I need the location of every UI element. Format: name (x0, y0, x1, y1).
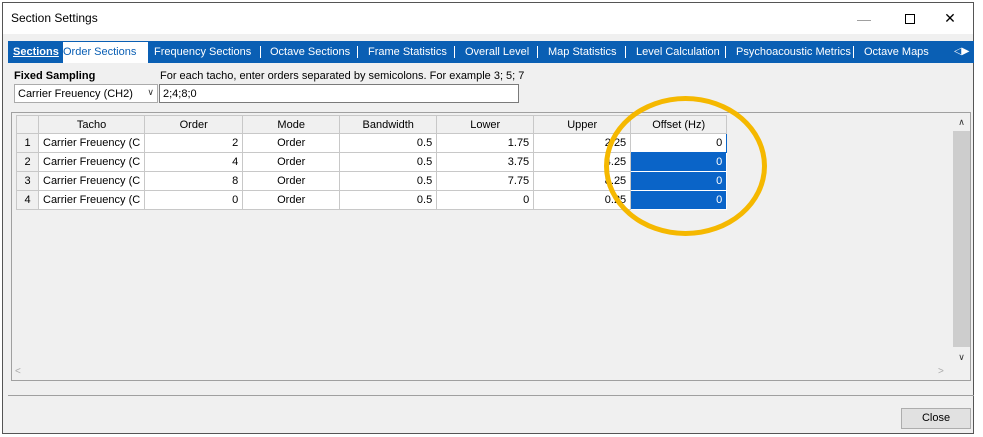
minimize-icon: — (857, 10, 871, 27)
lower-cell[interactable]: 1.75 (436, 133, 535, 153)
tab-separator (853, 46, 854, 58)
mode-cell[interactable]: Order (242, 190, 341, 210)
offset-cell[interactable]: 0 (630, 171, 728, 191)
order-cell[interactable]: 8 (144, 171, 244, 191)
upper-cell[interactable]: 2.25 (533, 133, 632, 153)
offset-cell[interactable]: 0 (630, 152, 728, 172)
upper-cell[interactable]: 4.25 (533, 152, 632, 172)
mode-cell[interactable]: Order (242, 133, 341, 153)
tacho-cell[interactable]: Carrier Freuency (C (37, 171, 146, 191)
section-settings-window: Section Settings — ✕ Sections Order Sect… (2, 2, 974, 434)
lower-cell[interactable]: 7.75 (436, 171, 535, 191)
column-header-mode[interactable]: Mode (242, 115, 341, 134)
column-header-bandwidth[interactable]: Bandwidth (339, 115, 438, 134)
table-row: 2 Carrier Freuency (C 4 Order 0.5 3.75 4… (16, 152, 728, 172)
tab-octave-sections[interactable]: Octave Sections (270, 41, 350, 63)
orders-input[interactable]: 2;4;8;0 (159, 84, 519, 103)
table-row: 1 Carrier Freuency (C 2 Order 0.5 1.75 2… (16, 133, 728, 153)
bandwidth-cell[interactable]: 0.5 (339, 152, 438, 172)
vertical-scroll-thumb[interactable] (953, 131, 970, 347)
tab-separator (625, 46, 626, 58)
scroll-left-icon[interactable]: < (15, 366, 21, 377)
tab-separator (454, 46, 455, 58)
column-header-order[interactable]: Order (144, 115, 244, 134)
table-header-row: Tacho Order Mode Bandwidth Lower Upper O… (16, 115, 728, 134)
order-cell[interactable]: 0 (144, 190, 244, 210)
fixed-sampling-value: Carrier Freuency (CH2) (18, 88, 133, 100)
scroll-right-icon[interactable]: > (938, 366, 944, 377)
tacho-cell[interactable]: Carrier Freuency (C (37, 152, 146, 172)
window-title: Section Settings (11, 11, 98, 25)
close-icon: ✕ (944, 10, 956, 26)
tab-separator (357, 46, 358, 58)
chevron-down-icon: ∨ (147, 87, 154, 97)
column-header-lower[interactable]: Lower (436, 115, 535, 134)
upper-cell[interactable]: 8.25 (533, 171, 632, 191)
horizontal-scrollbar[interactable]: < > (13, 365, 953, 380)
maximize-icon (905, 13, 915, 24)
mode-cell[interactable]: Order (242, 171, 341, 191)
lower-cell[interactable]: 0 (436, 190, 535, 210)
upper-cell[interactable]: 0.25 (533, 190, 632, 210)
order-cell[interactable]: 2 (144, 133, 244, 153)
order-cell[interactable]: 4 (144, 152, 244, 172)
tab-level-calculation[interactable]: Level Calculation (636, 41, 720, 63)
scroll-up-icon[interactable]: ∧ (953, 114, 970, 131)
row-number[interactable]: 2 (16, 152, 39, 172)
close-window-button[interactable]: ✕ (927, 3, 973, 34)
tab-separator (537, 46, 538, 58)
tab-scroll-arrows-icon[interactable]: ◁▶ (954, 41, 969, 63)
row-number[interactable]: 1 (16, 133, 39, 153)
tacho-cell[interactable]: Carrier Freuency (C (37, 190, 146, 210)
minimize-button[interactable]: — (841, 3, 887, 34)
tab-frequency-sections[interactable]: Frequency Sections (154, 41, 251, 63)
bandwidth-cell[interactable]: 0.5 (339, 171, 438, 191)
instructions-text: For each tacho, enter orders separated b… (160, 70, 525, 82)
bandwidth-cell[interactable]: 0.5 (339, 190, 438, 210)
lower-cell[interactable]: 3.75 (436, 152, 535, 172)
tab-separator (260, 46, 261, 58)
close-button[interactable]: Close (901, 408, 971, 429)
column-header-tacho[interactable]: Tacho (37, 115, 146, 134)
tab-frame-statistics[interactable]: Frame Statistics (368, 41, 447, 63)
row-number[interactable]: 4 (16, 190, 39, 210)
fixed-sampling-label: Fixed Sampling (14, 70, 96, 82)
row-number[interactable]: 3 (16, 171, 39, 191)
tab-separator (725, 46, 726, 58)
fixed-sampling-select[interactable]: Carrier Freuency (CH2) ∨ (14, 84, 158, 103)
offset-cell[interactable]: 0 (630, 133, 728, 153)
column-header-offset[interactable]: Offset (Hz) (630, 115, 728, 134)
order-sections-grid: Tacho Order Mode Bandwidth Lower Upper O… (11, 112, 971, 381)
table-row: 4 Carrier Freuency (C 0 Order 0.5 0 0.25… (16, 190, 728, 210)
vertical-scrollbar[interactable]: ∧ ∨ (953, 114, 970, 366)
mode-cell[interactable]: Order (242, 152, 341, 172)
tacho-cell[interactable]: Carrier Freuency (C (37, 133, 146, 153)
scroll-down-icon[interactable]: ∨ (953, 349, 970, 366)
corner-cell (16, 115, 39, 134)
orders-input-value: 2;4;8;0 (163, 88, 197, 100)
bandwidth-cell[interactable]: 0.5 (339, 133, 438, 153)
tab-order-sections[interactable]: Order Sections (63, 42, 148, 63)
tab-psychoacoustic-metrics[interactable]: Psychoacoustic Metrics (736, 41, 851, 63)
order-sections-table: Tacho Order Mode Bandwidth Lower Upper O… (16, 115, 728, 210)
sections-label: Sections (13, 46, 59, 58)
title-bar: Section Settings — ✕ (3, 3, 973, 34)
section-tab-bar: Sections Order Sections Frequency Sectio… (8, 41, 974, 63)
footer-divider (8, 395, 974, 396)
table-row: 3 Carrier Freuency (C 8 Order 0.5 7.75 8… (16, 171, 728, 191)
column-header-upper[interactable]: Upper (533, 115, 632, 134)
tab-overall-level[interactable]: Overall Level (465, 41, 529, 63)
tab-octave-maps[interactable]: Octave Maps (864, 41, 929, 63)
tab-map-statistics[interactable]: Map Statistics (548, 41, 616, 63)
offset-cell[interactable]: 0 (630, 190, 728, 210)
